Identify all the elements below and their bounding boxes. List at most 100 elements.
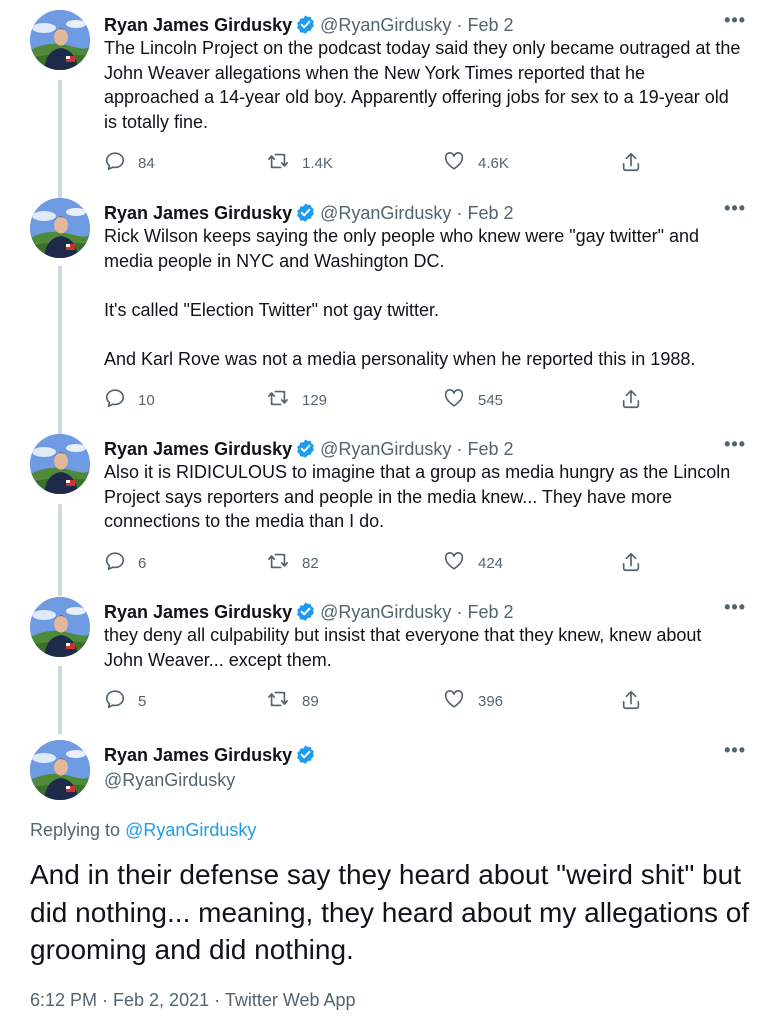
reply-button[interactable]: 10 xyxy=(104,387,155,413)
retweet-button[interactable]: 89 xyxy=(266,688,319,714)
author-name[interactable]: Ryan James Girdusky xyxy=(104,745,292,765)
separator-dot: · xyxy=(456,439,463,459)
verified-badge-icon xyxy=(295,744,316,770)
tweet-source[interactable]: Twitter Web App xyxy=(225,990,356,1010)
tweet-meta: 6:12 PM · Feb 2, 2021 · Twitter Web App xyxy=(30,990,356,1011)
author-name-row: Ryan James Girdusky xyxy=(104,744,320,770)
like-count: 545 xyxy=(478,391,504,409)
tweet-text: Rick Wilson keeps saying the only people… xyxy=(104,224,744,371)
author-handle[interactable]: @RyanGirdusky xyxy=(320,15,451,35)
more-options-icon[interactable]: ••• xyxy=(724,10,746,31)
retweet-button[interactable]: 129 xyxy=(266,387,327,413)
replying-to: Replying to @RyanGirdusky xyxy=(30,820,256,841)
author-name[interactable]: Ryan James Girdusky xyxy=(104,203,292,223)
reply-count: 10 xyxy=(138,391,155,409)
reply-icon xyxy=(104,688,138,714)
main-tweet-text: And in their defense say they heard abou… xyxy=(30,859,750,965)
separator-dot: · xyxy=(456,602,463,622)
author-name[interactable]: Ryan James Girdusky xyxy=(104,439,292,459)
more-options-icon[interactable]: ••• xyxy=(724,597,746,618)
reply-button[interactable]: 6 xyxy=(104,550,146,576)
separator-dot: · xyxy=(456,15,463,35)
thread-tweet[interactable]: Ryan James Girdusky @RyanGirdusky · Feb 2… xyxy=(0,188,760,434)
reply-icon xyxy=(104,387,138,413)
reply-count: 5 xyxy=(138,692,147,710)
like-icon xyxy=(442,150,478,176)
share-icon xyxy=(620,688,654,716)
author-handle[interactable]: @RyanGirdusky xyxy=(320,439,451,459)
tweet-paragraph: they deny all culpability but insist tha… xyxy=(104,625,702,670)
tweet-text: they deny all culpability but insist tha… xyxy=(104,623,744,672)
retweet-button[interactable]: 1.4K xyxy=(266,150,333,176)
reply-icon xyxy=(104,150,138,176)
thread-tweet[interactable]: Ryan James Girdusky @RyanGirdusky · Feb 2… xyxy=(0,424,760,594)
retweet-icon xyxy=(266,688,302,714)
like-count: 4.6K xyxy=(478,154,509,172)
like-count: 396 xyxy=(478,692,504,710)
thread-tweet[interactable]: Ryan James Girdusky @RyanGirdusky · Feb 2… xyxy=(0,587,760,733)
retweet-icon xyxy=(266,387,302,413)
tweet-paragraph: Rick Wilson keeps saying the only people… xyxy=(104,226,700,271)
share-button[interactable] xyxy=(620,550,654,578)
like-button[interactable]: 4.6K xyxy=(442,150,509,176)
author-handle[interactable]: @RyanGirdusky xyxy=(320,602,451,622)
avatar[interactable] xyxy=(30,740,90,800)
share-button[interactable] xyxy=(620,688,654,716)
tweet-text: Also it is RIDICULOUS to imagine that a … xyxy=(104,460,744,534)
retweet-icon xyxy=(266,550,302,576)
tweet-actions: 6 82 424 xyxy=(104,550,664,574)
retweet-count: 1.4K xyxy=(302,154,333,172)
tweet-date[interactable]: Feb 2 xyxy=(467,602,513,622)
more-options-icon[interactable]: ••• xyxy=(724,198,746,219)
author-name[interactable]: Ryan James Girdusky xyxy=(104,15,292,35)
more-options-icon[interactable]: ••• xyxy=(724,740,746,761)
retweet-count: 89 xyxy=(302,692,319,710)
author-name[interactable]: Ryan James Girdusky xyxy=(104,602,292,622)
replying-to-link[interactable]: @RyanGirdusky xyxy=(125,820,256,840)
tweet-actions: 5 89 396 xyxy=(104,688,664,712)
reply-icon xyxy=(104,550,138,576)
avatar[interactable] xyxy=(30,198,90,258)
reply-count: 6 xyxy=(138,554,147,572)
author-handle[interactable]: @RyanGirdusky xyxy=(104,770,235,791)
avatar[interactable] xyxy=(30,434,90,494)
separator-dot: · xyxy=(214,990,221,1010)
thread-tweet[interactable]: Ryan James Girdusky @RyanGirdusky · Feb 2… xyxy=(0,0,760,196)
separator-dot: · xyxy=(456,203,463,223)
tweet-timestamp[interactable]: 6:12 PM · Feb 2, 2021 xyxy=(30,990,209,1010)
tweet-paragraph: The Lincoln Project on the podcast today… xyxy=(104,38,741,132)
like-count: 424 xyxy=(478,554,504,572)
share-icon xyxy=(620,550,654,578)
share-button[interactable] xyxy=(620,150,654,178)
tweet-text: The Lincoln Project on the podcast today… xyxy=(104,36,744,134)
retweet-count: 82 xyxy=(302,554,319,572)
author-handle[interactable]: @RyanGirdusky xyxy=(320,203,451,223)
tweet-paragraph: Also it is RIDICULOUS to imagine that a … xyxy=(104,462,731,531)
avatar[interactable] xyxy=(30,10,90,70)
like-button[interactable]: 545 xyxy=(442,387,503,413)
tweet-date[interactable]: Feb 2 xyxy=(467,439,513,459)
retweet-icon xyxy=(266,150,302,176)
more-options-icon[interactable]: ••• xyxy=(724,434,746,455)
like-button[interactable]: 396 xyxy=(442,688,503,714)
share-button[interactable] xyxy=(620,387,654,415)
share-icon xyxy=(620,150,654,178)
tweet-paragraph: And Karl Rove was not a media personalit… xyxy=(104,348,696,369)
reply-count: 84 xyxy=(138,154,155,172)
like-icon xyxy=(442,550,478,576)
retweet-count: 129 xyxy=(302,391,328,409)
tweet-actions: 10 129 545 xyxy=(104,387,664,411)
reply-button[interactable]: 84 xyxy=(104,150,155,176)
reply-button[interactable]: 5 xyxy=(104,688,146,714)
share-icon xyxy=(620,387,654,415)
like-icon xyxy=(442,688,478,714)
like-icon xyxy=(442,387,478,413)
replying-to-label: Replying to xyxy=(30,820,121,840)
like-button[interactable]: 424 xyxy=(442,550,503,576)
tweet-date[interactable]: Feb 2 xyxy=(467,15,513,35)
tweet-paragraph: It's called "Election Twitter" not gay t… xyxy=(104,299,440,320)
avatar[interactable] xyxy=(30,597,90,657)
tweet-date[interactable]: Feb 2 xyxy=(467,203,513,223)
tweet-actions: 84 1.4K 4.6K xyxy=(104,150,664,174)
retweet-button[interactable]: 82 xyxy=(266,550,319,576)
